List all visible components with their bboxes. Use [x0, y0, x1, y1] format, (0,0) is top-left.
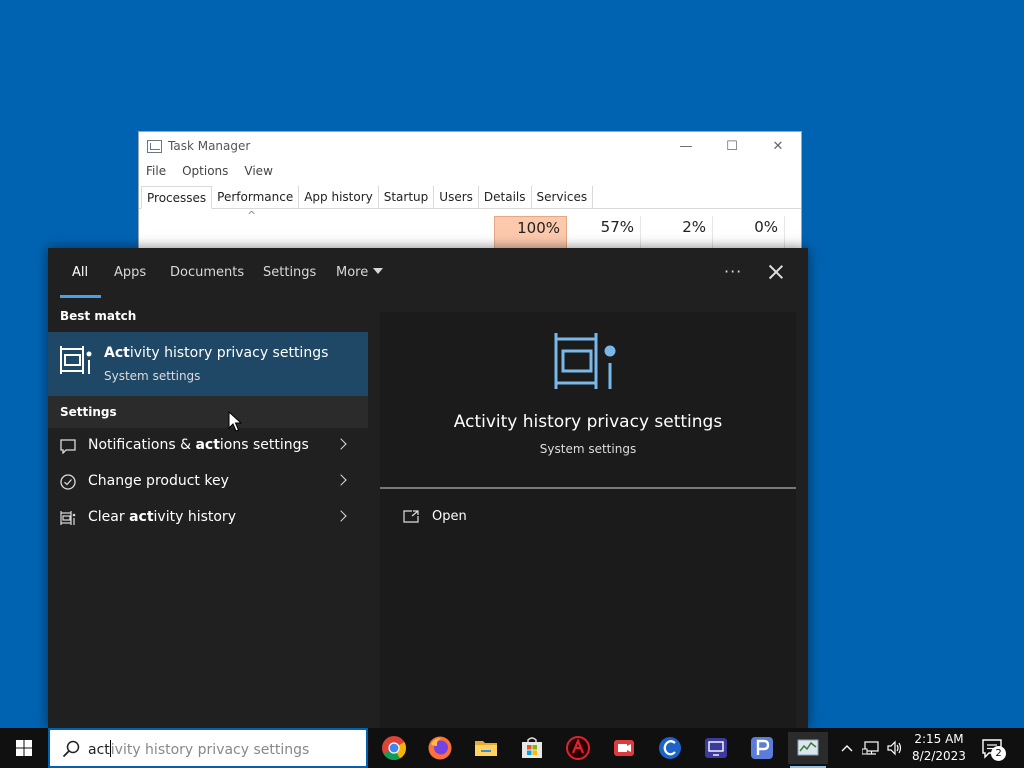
message-icon	[60, 439, 76, 454]
result-label: Clear activity history	[88, 509, 236, 525]
check-circle-icon	[60, 474, 76, 490]
chevron-right-icon	[335, 438, 347, 450]
search-input[interactable]: activity history privacy settings	[88, 740, 309, 758]
start-button[interactable]	[0, 728, 48, 768]
result-notifications-actions[interactable]: Notifications & actions settings	[48, 428, 368, 464]
clock-time: 2:15 AM	[914, 732, 964, 746]
taskbar-search-box[interactable]: activity history privacy settings	[48, 728, 368, 768]
tab-startup[interactable]: Startup	[379, 186, 435, 208]
filter-tab-apps[interactable]: Apps	[114, 265, 146, 280]
close-button[interactable]: ✕	[755, 132, 801, 160]
filter-tab-all[interactable]: All	[72, 265, 88, 280]
p-app-icon[interactable]	[742, 732, 782, 764]
preview-subtitle: System settings	[539, 442, 637, 456]
filter-tab-documents[interactable]: Documents	[170, 265, 244, 280]
best-match-subtitle: System settings	[104, 369, 201, 383]
task-manager-menubar: File Options View	[139, 160, 801, 182]
result-label: Notifications & actions settings	[88, 437, 309, 453]
open-label: Open	[432, 509, 467, 524]
open-icon	[403, 510, 419, 523]
activity-history-icon	[60, 511, 76, 525]
show-hidden-icons-button[interactable]	[838, 728, 856, 768]
red-app-icon[interactable]	[558, 732, 598, 764]
tab-details[interactable]: Details	[479, 186, 532, 208]
taskbar: activity history privacy settings 2:15 A…	[0, 728, 1024, 768]
filter-tab-settings[interactable]: Settings	[263, 265, 316, 280]
minimize-button[interactable]: —	[663, 132, 709, 160]
search-icon	[62, 740, 80, 758]
results-list: Best match Activity history privacy sett…	[48, 300, 368, 728]
tab-performance[interactable]: Performance	[212, 186, 300, 208]
more-options-button[interactable]: ···	[724, 262, 742, 281]
preview-divider	[380, 487, 796, 489]
remote-desktop-icon[interactable]	[696, 732, 736, 764]
activity-history-icon	[60, 346, 92, 374]
menu-view[interactable]: View	[244, 164, 272, 178]
screen-recorder-icon[interactable]	[604, 732, 644, 764]
filter-tab-more[interactable]: More	[336, 265, 384, 280]
tab-processes[interactable]: Processes	[141, 186, 213, 209]
windows-logo-icon	[16, 740, 32, 756]
task-manager-taskbar-icon[interactable]	[788, 732, 828, 768]
mouse-cursor-icon	[228, 411, 242, 432]
best-match-title: Activity history privacy settings	[104, 345, 329, 361]
chevron-right-icon	[335, 510, 347, 522]
best-match-heading: Best match	[60, 309, 137, 323]
chevron-right-icon	[335, 474, 347, 486]
file-explorer-icon[interactable]	[466, 732, 506, 764]
result-label: Change product key	[88, 473, 229, 489]
preview-title: Activity history privacy settings	[453, 412, 723, 432]
clock-date: 8/2/2023	[912, 749, 966, 763]
ccleaner-icon[interactable]	[650, 732, 690, 764]
chevron-up-icon	[841, 745, 853, 752]
settings-heading: Settings	[60, 405, 117, 419]
notification-count-badge: 2	[991, 746, 1006, 761]
firefox-icon[interactable]	[420, 732, 460, 764]
menu-options[interactable]: Options	[182, 164, 228, 178]
chrome-icon[interactable]	[374, 732, 414, 764]
task-manager-icon	[147, 139, 162, 153]
tab-services[interactable]: Services	[532, 186, 594, 208]
taskbar-clock[interactable]: 2:15 AM 8/2/2023	[908, 731, 970, 765]
microsoft-store-icon[interactable]	[512, 732, 552, 764]
open-action[interactable]: Open	[400, 508, 520, 532]
settings-section-header: Settings	[48, 396, 368, 428]
tab-app-history[interactable]: App history	[299, 186, 379, 208]
task-manager-tabs: Processes Performance App history Startu…	[139, 186, 801, 209]
activity-history-icon	[554, 333, 616, 389]
result-clear-activity-history[interactable]: Clear activity history	[48, 500, 368, 536]
sort-caret-icon: ^	[247, 209, 257, 222]
chevron-down-icon	[373, 268, 384, 274]
volume-icon[interactable]	[884, 728, 906, 768]
close-icon[interactable]	[766, 262, 786, 282]
preview-pane: Activity history privacy settings System…	[380, 312, 796, 728]
search-panel: All Apps Documents Settings More ··· Bes…	[48, 248, 808, 728]
search-filter-bar: All Apps Documents Settings More ···	[48, 248, 808, 300]
menu-file[interactable]: File	[146, 164, 166, 178]
tab-users[interactable]: Users	[434, 186, 479, 208]
best-match-result[interactable]: Activity history privacy settings System…	[48, 332, 368, 396]
task-manager-title: Task Manager	[168, 139, 251, 153]
more-label: More	[336, 265, 369, 280]
maximize-button[interactable]: ☐	[709, 132, 755, 160]
network-icon[interactable]	[860, 728, 882, 768]
result-change-product-key[interactable]: Change product key	[48, 464, 368, 500]
active-tab-indicator	[60, 295, 101, 298]
